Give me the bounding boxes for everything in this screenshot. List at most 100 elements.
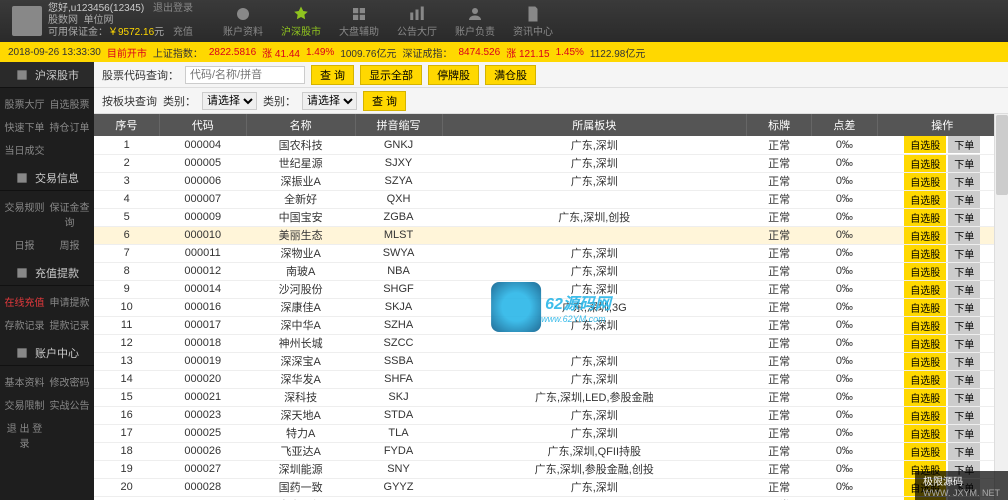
suspended-button[interactable]: 停牌股 [428,65,479,85]
side-item[interactable]: 持仓订单 [47,115,92,138]
table-row[interactable]: 1000004国农科技GNKJ广东,深圳正常0‰自选股下单 [94,136,1008,154]
table-row[interactable]: 16000023深天地ASTDA广东,深圳正常0‰自选股下单 [94,406,1008,424]
order-button[interactable]: 下单 [948,263,980,280]
fullpos-button[interactable]: 满仓股 [485,65,536,85]
order-button[interactable]: 下单 [948,353,980,370]
order-button[interactable]: 下单 [948,425,980,442]
self-select-button[interactable]: 自选股 [904,245,946,262]
table-row[interactable]: 12000018神州长城SZCC正常0‰自选股下单 [94,334,1008,352]
side-item[interactable]: 提款记录 [47,313,92,336]
table-wrap: 序号代码名称拼音缩写所属板块标牌点差操作 1000004国农科技GNKJ广东,深… [94,114,1008,500]
table-row[interactable]: 18000026飞亚达AFYDA广东,深圳,QFII持股正常0‰自选股下单 [94,442,1008,460]
self-select-button[interactable]: 自选股 [904,136,946,153]
sidebar: 沪深股市股票大厅自选股票快速下单持仓订单当日成交交易信息交易规则保证金查询日报周… [0,62,94,500]
self-select-button[interactable]: 自选股 [904,227,946,244]
side-item[interactable]: 申请提款 [47,290,92,313]
side-item[interactable]: 实战公告 [47,393,92,416]
side-head-3[interactable]: 账户中心 [0,340,94,366]
order-button[interactable]: 下单 [948,209,980,226]
self-select-button[interactable]: 自选股 [904,191,946,208]
show-all-button[interactable]: 显示全部 [360,65,422,85]
nav-item-4[interactable]: 账户负责 [455,5,495,38]
table-row[interactable]: 19000027深圳能源SNY广东,深圳,参股金融,创投正常0‰自选股下单 [94,460,1008,478]
side-item[interactable]: 交易规则 [2,195,47,233]
self-select-button[interactable]: 自选股 [904,155,946,172]
search-button[interactable]: 查 询 [311,65,354,85]
search-input[interactable] [185,66,305,84]
self-select-button[interactable]: 自选股 [904,299,946,316]
self-select-button[interactable]: 自选股 [904,371,946,388]
type-select-2[interactable]: 请选择 [302,92,357,110]
table-row[interactable]: 7000011深物业ASWYA广东,深圳正常0‰自选股下单 [94,244,1008,262]
self-select-button[interactable]: 自选股 [904,407,946,424]
nav-item-5[interactable]: 资讯中心 [513,5,553,38]
order-button[interactable]: 下单 [948,371,980,388]
recharge-link[interactable]: 充值 [173,27,193,38]
side-item[interactable]: 修改密码 [47,370,92,393]
side-item[interactable]: 当日成交 [2,138,47,161]
self-select-button[interactable]: 自选股 [904,389,946,406]
nav-item-0[interactable]: 账户资料 [223,5,263,38]
table-row[interactable]: 15000021深科技SKJ广东,深圳,LED,参股金融正常0‰自选股下单 [94,388,1008,406]
order-button[interactable]: 下单 [948,443,980,460]
logout-link[interactable]: 退出登录 [153,3,193,14]
order-button[interactable]: 下单 [948,281,980,298]
side-item[interactable]: 退 出 登 录 [2,416,47,454]
order-button[interactable]: 下单 [948,299,980,316]
order-button[interactable]: 下单 [948,407,980,424]
table-row[interactable]: 6000010美丽生态MLST正常0‰自选股下单 [94,226,1008,244]
table-row[interactable]: 13000019深深宝ASSBA广东,深圳正常0‰自选股下单 [94,352,1008,370]
table-row[interactable]: 8000012南玻ANBA广东,深圳正常0‰自选股下单 [94,262,1008,280]
side-item[interactable]: 日报 [2,233,47,256]
table-row[interactable]: 17000025特力ATLA广东,深圳正常0‰自选股下单 [94,424,1008,442]
side-head-2[interactable]: 充值提款 [0,260,94,286]
self-select-button[interactable]: 自选股 [904,317,946,334]
table-row[interactable]: 2000005世纪星源SJXY广东,深圳正常0‰自选股下单 [94,154,1008,172]
side-item[interactable]: 基本资料 [2,370,47,393]
sz-pct: 1.45% [556,47,584,58]
side-head-0[interactable]: 沪深股市 [0,62,94,88]
self-select-button[interactable]: 自选股 [904,335,946,352]
self-select-button[interactable]: 自选股 [904,281,946,298]
side-item[interactable]: 自选股票 [47,92,92,115]
table-row[interactable]: 21000030富奥股份FAGF正常0‰自选股下单 [94,496,1008,500]
table-row[interactable]: 11000017深中华ASZHA广东,深圳正常0‰自选股下单 [94,316,1008,334]
table-row[interactable]: 20000028国药一致GYYZ广东,深圳正常0‰自选股下单 [94,478,1008,496]
order-button[interactable]: 下单 [948,173,980,190]
order-button[interactable]: 下单 [948,389,980,406]
side-item[interactable]: 交易限制 [2,393,47,416]
order-button[interactable]: 下单 [948,245,980,262]
table-row[interactable]: 10000016深康佳ASKJA广东,深圳,3G正常0‰自选股下单 [94,298,1008,316]
table-row[interactable]: 9000014沙河股份SHGF广东,深圳正常0‰自选股下单 [94,280,1008,298]
side-item[interactable]: 股票大厅 [2,92,47,115]
order-button[interactable]: 下单 [948,191,980,208]
self-select-button[interactable]: 自选股 [904,353,946,370]
scrollbar-thumb[interactable] [996,115,1008,195]
table-row[interactable]: 14000020深华发ASHFA广东,深圳正常0‰自选股下单 [94,370,1008,388]
scrollbar-vertical[interactable] [994,114,1008,500]
side-item[interactable]: 周报 [47,233,92,256]
table-row[interactable]: 4000007全新好QXH正常0‰自选股下单 [94,190,1008,208]
type-select-1[interactable]: 请选择 [202,92,257,110]
self-select-button[interactable]: 自选股 [904,425,946,442]
order-button[interactable]: 下单 [948,227,980,244]
side-item[interactable]: 快速下单 [2,115,47,138]
order-button[interactable]: 下单 [948,317,980,334]
table-row[interactable]: 5000009中国宝安ZGBA广东,深圳,创投正常0‰自选股下单 [94,208,1008,226]
side-head-1[interactable]: 交易信息 [0,165,94,191]
self-select-button[interactable]: 自选股 [904,263,946,280]
side-item[interactable]: 存款记录 [2,313,47,336]
side-item[interactable]: 保证金查询 [47,195,92,233]
nav-item-3[interactable]: 公告大厅 [397,5,437,38]
nav-item-2[interactable]: 大盘辅助 [339,5,379,38]
nav-item-1[interactable]: 沪深股市 [281,5,321,38]
order-button[interactable]: 下单 [948,155,980,172]
side-item[interactable]: 在线充值 [2,290,47,313]
self-select-button[interactable]: 自选股 [904,443,946,460]
table-row[interactable]: 3000006深振业ASZYA广东,深圳正常0‰自选股下单 [94,172,1008,190]
self-select-button[interactable]: 自选股 [904,209,946,226]
order-button[interactable]: 下单 [948,335,980,352]
order-button[interactable]: 下单 [948,136,980,153]
block-search-button[interactable]: 查 询 [363,91,406,111]
self-select-button[interactable]: 自选股 [904,173,946,190]
